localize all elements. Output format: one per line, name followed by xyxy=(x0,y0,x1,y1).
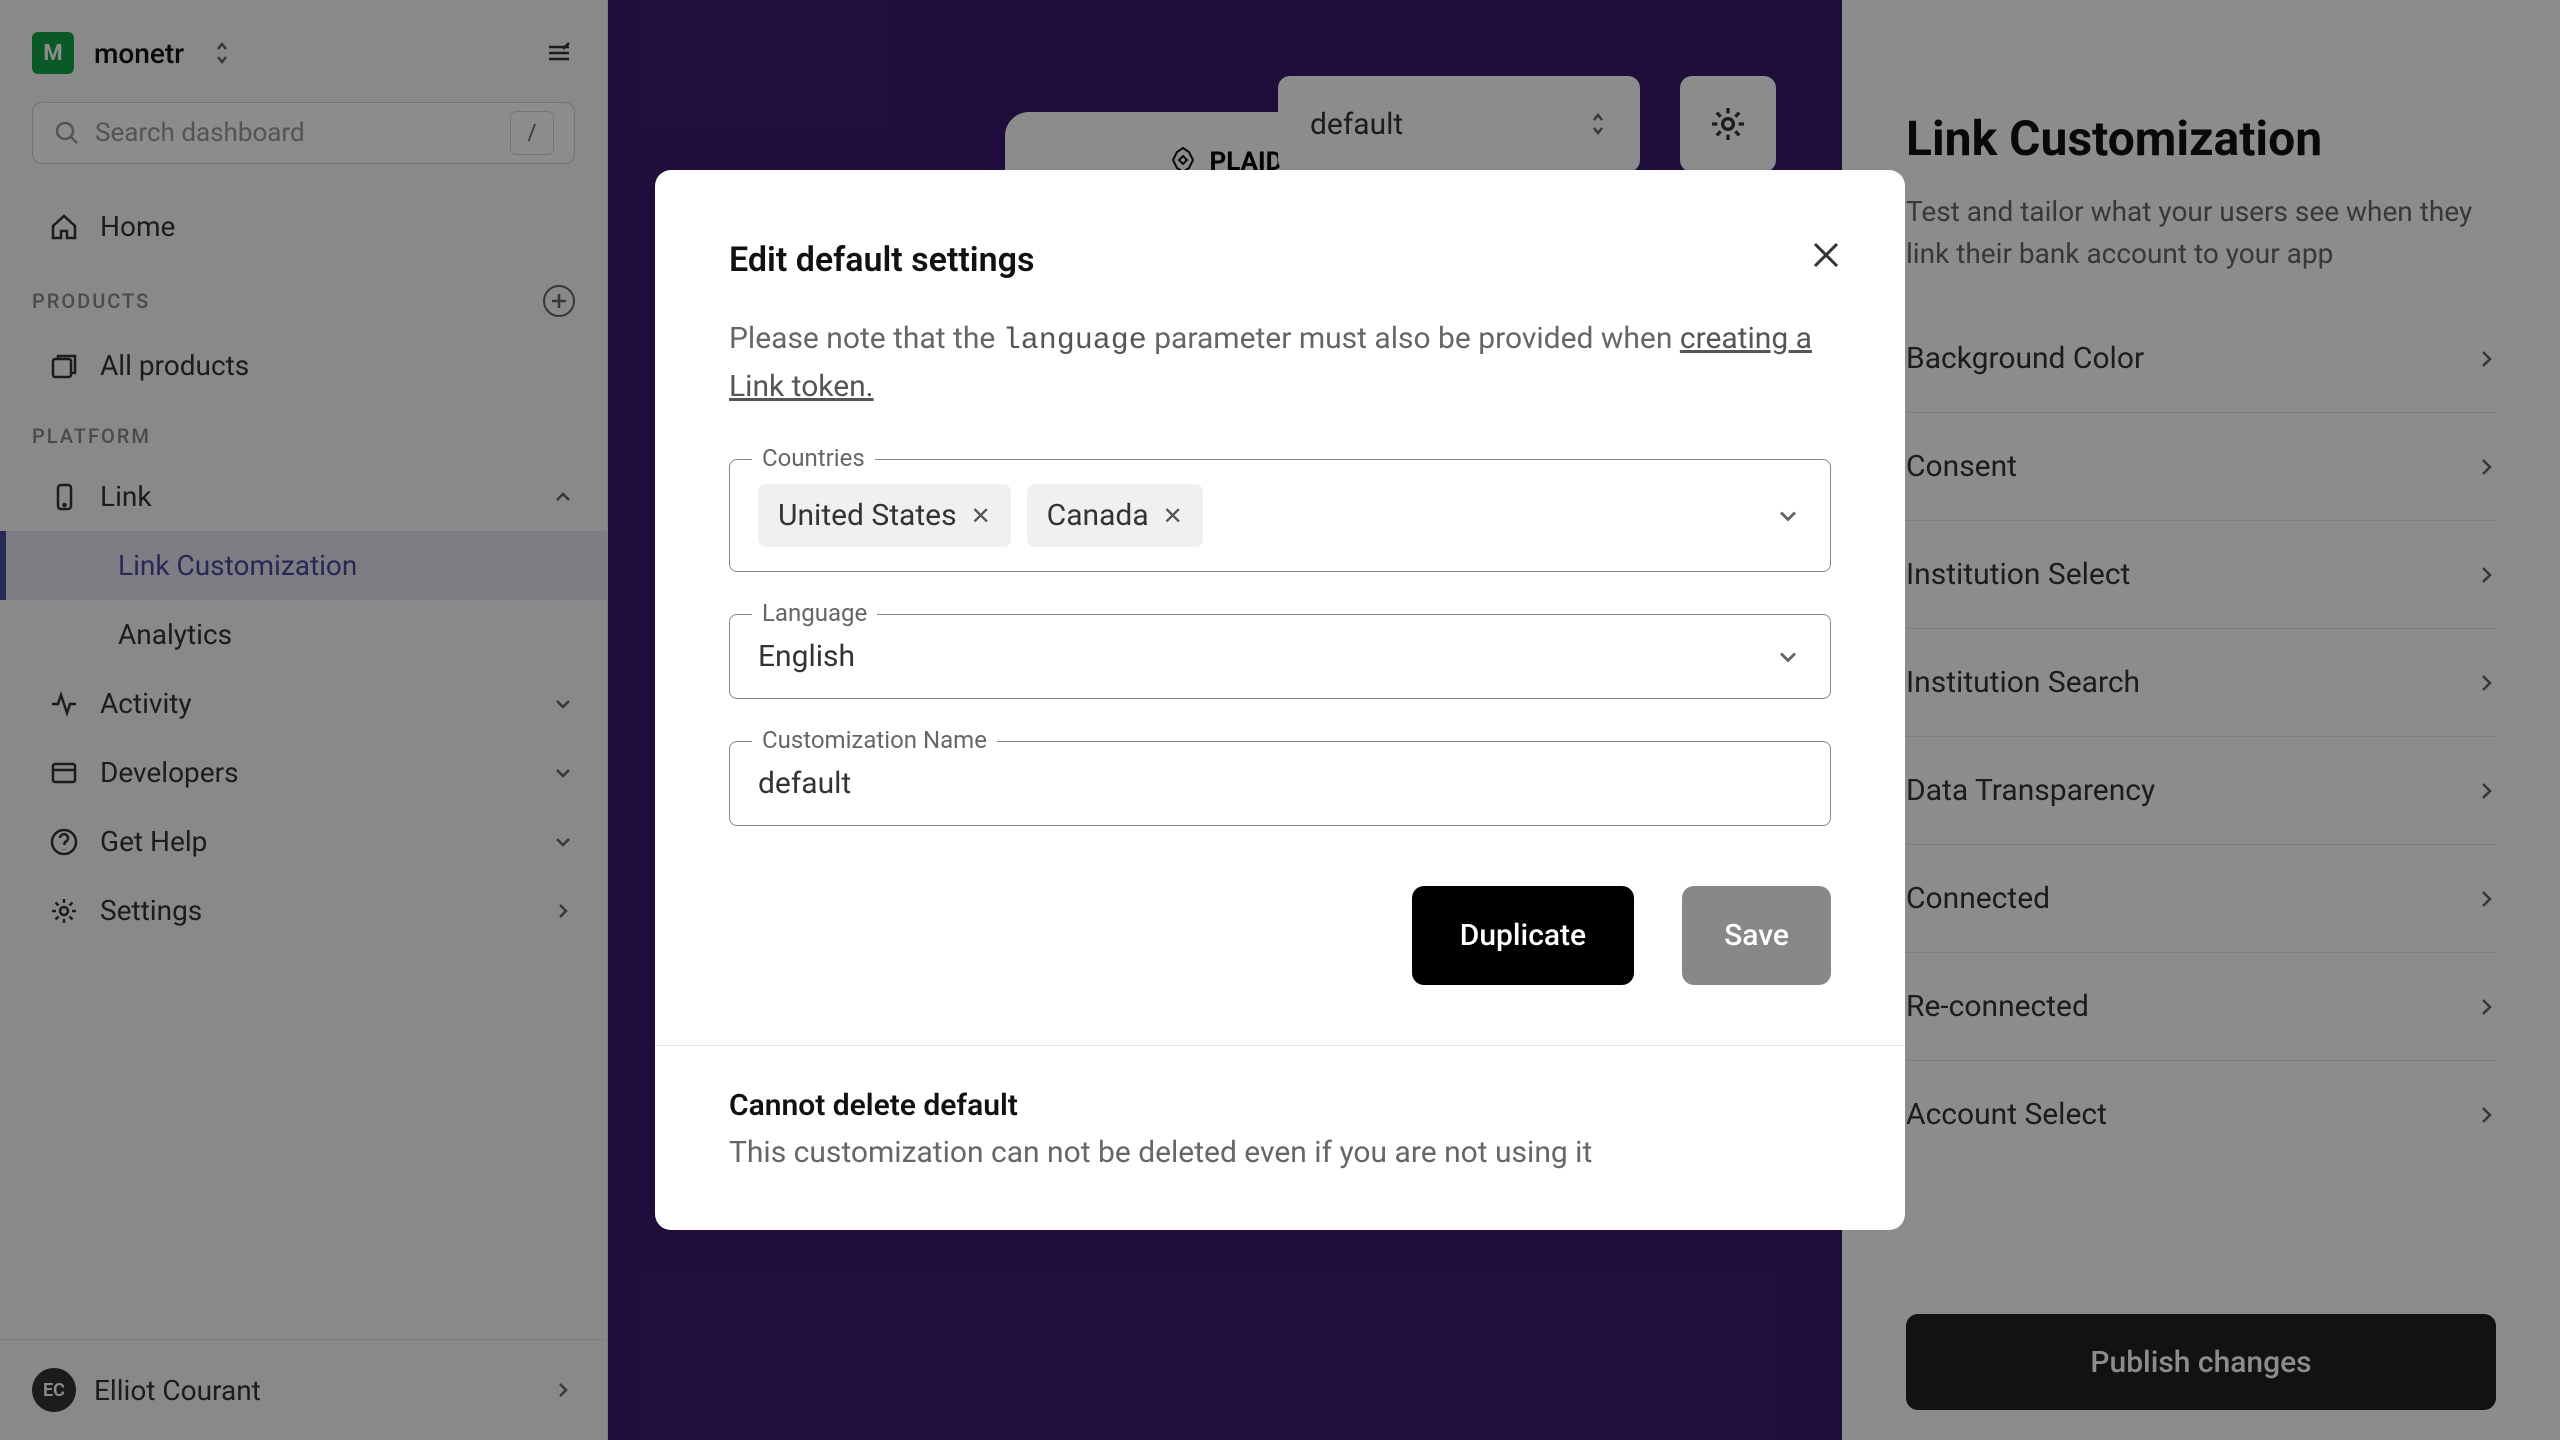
modal-title: Edit default settings xyxy=(729,240,1831,280)
customization-name-label: Customization Name xyxy=(752,726,997,754)
note-prefix: Please note that the xyxy=(729,321,1003,356)
chip-remove-button[interactable]: ✕ xyxy=(1163,502,1183,530)
modal-divider xyxy=(655,1045,1905,1046)
customization-name-input[interactable] xyxy=(758,766,1802,801)
language-value: English xyxy=(758,639,855,674)
country-chip-us: United States ✕ xyxy=(758,484,1011,547)
chip-label: United States xyxy=(778,498,957,533)
customization-name-field[interactable]: Customization Name xyxy=(729,741,1831,826)
language-field[interactable]: Language English xyxy=(729,614,1831,699)
countries-label: Countries xyxy=(752,444,875,472)
note-mid: parameter must also be provided when xyxy=(1147,321,1680,356)
modal-overlay[interactable]: Edit default settings Please note that t… xyxy=(0,0,2560,1440)
save-button[interactable]: Save xyxy=(1682,886,1831,985)
countries-field[interactable]: Countries United States ✕ Canada ✕ xyxy=(729,459,1831,572)
duplicate-button[interactable]: Duplicate xyxy=(1412,886,1634,985)
language-label: Language xyxy=(752,599,877,627)
edit-settings-modal: Edit default settings Please note that t… xyxy=(655,170,1905,1230)
modal-close-button[interactable] xyxy=(1809,238,1843,272)
chevron-down-icon xyxy=(1774,502,1802,530)
cannot-delete-desc: This customization can not be deleted ev… xyxy=(729,1135,1831,1170)
chevron-down-icon xyxy=(1774,643,1802,671)
chip-remove-button[interactable]: ✕ xyxy=(971,502,991,530)
modal-note: Please note that the language parameter … xyxy=(729,316,1831,409)
note-code: language xyxy=(1003,324,1147,358)
chip-label: Canada xyxy=(1047,498,1149,533)
modal-actions: Duplicate Save xyxy=(729,886,1831,985)
country-chip-ca: Canada ✕ xyxy=(1027,484,1203,547)
cannot-delete-title: Cannot delete default xyxy=(729,1088,1831,1123)
